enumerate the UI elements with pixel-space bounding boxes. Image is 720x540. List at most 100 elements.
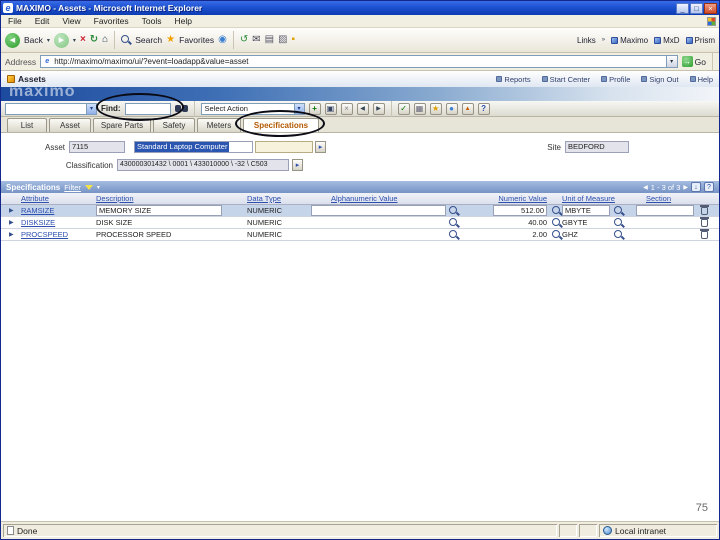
forward-dropdown-icon[interactable]: ▾ — [73, 37, 76, 44]
back-label[interactable]: Back — [24, 35, 43, 45]
site-field[interactable]: BEDFORD — [565, 141, 629, 153]
search-icon[interactable] — [121, 35, 131, 45]
nav-reports[interactable]: Reports — [496, 75, 531, 84]
download-icon[interactable]: ↓ — [691, 182, 701, 192]
tab-asset[interactable]: Asset — [49, 118, 91, 132]
messenger-icon[interactable]: ▪ — [292, 34, 296, 46]
nav-help[interactable]: Help — [689, 75, 713, 84]
toolbar-help-icon[interactable]: ? — [477, 102, 490, 115]
run-reports-icon[interactable]: ▦ — [413, 102, 426, 115]
filter-icon[interactable] — [84, 184, 93, 190]
attribute-link[interactable]: RAMSIZE — [21, 206, 54, 215]
menu-tools[interactable]: Tools — [142, 16, 162, 26]
long-description-field[interactable] — [255, 141, 313, 153]
column-numeric-value[interactable]: Numeric Value — [469, 194, 547, 203]
menu-view[interactable]: View — [62, 16, 80, 26]
expand-filter-icon[interactable]: ▾ — [97, 184, 100, 191]
classification-field[interactable]: 430000301432 \ 0001 \ 433010000 \ -32 \ … — [117, 159, 289, 171]
menu-edit[interactable]: Edit — [35, 16, 50, 26]
address-input[interactable]: e http://maximo/maximo/ui/?event=loadapp… — [40, 55, 667, 68]
filter-link[interactable]: Filter — [64, 183, 81, 192]
favorites-icon[interactable]: ★ — [166, 34, 175, 46]
select-value-icon[interactable] — [449, 206, 459, 216]
section-input[interactable] — [636, 205, 694, 216]
title-bar[interactable]: e MAXIMO - Assets - Microsoft Internet E… — [1, 1, 719, 15]
select-value-icon[interactable] — [614, 218, 624, 228]
bookmarks-icon[interactable]: ★ — [429, 102, 442, 115]
select-value-icon[interactable] — [614, 206, 624, 216]
address-dropdown-icon[interactable]: ▾ — [665, 55, 678, 68]
column-alphanumeric-value[interactable]: Alphanumeric Value — [331, 194, 398, 203]
attachments-icon[interactable]: ● — [445, 102, 458, 115]
previous-row-icon[interactable]: ◀ — [356, 102, 369, 115]
mail-icon[interactable]: ✉ — [252, 34, 260, 46]
unit-of-measure-input[interactable]: MBYTE — [562, 205, 610, 216]
table-row[interactable]: ▶ DISKSIZE DISK SIZE NUMERIC 40.00 GBYTE — [1, 217, 719, 229]
select-value-icon[interactable] — [552, 206, 562, 216]
menu-favorites[interactable]: Favorites — [94, 16, 129, 26]
select-value-icon[interactable] — [614, 230, 624, 240]
queries-select[interactable]: ▾ — [5, 102, 97, 115]
menu-file[interactable]: File — [8, 16, 22, 26]
back-dropdown-icon[interactable]: ▾ — [47, 37, 50, 44]
classification-detail-menu-button[interactable]: ▸ — [292, 159, 303, 171]
next-row-icon[interactable]: ▶ — [372, 102, 385, 115]
maximize-button[interactable]: □ — [690, 2, 703, 14]
refresh-icon[interactable]: ↻ — [90, 34, 98, 46]
column-section[interactable]: Section — [646, 194, 671, 203]
delete-row-icon[interactable] — [700, 229, 709, 239]
asset-description-field[interactable]: Standard Laptop Computer — [134, 141, 253, 153]
select-value-icon[interactable] — [552, 218, 562, 228]
attribute-link[interactable]: PROCSPEED — [21, 230, 68, 239]
menu-help[interactable]: Help — [174, 16, 191, 26]
select-value-icon[interactable] — [449, 230, 459, 240]
change-status-icon[interactable]: ✓ — [397, 102, 410, 115]
nav-start-center[interactable]: Start Center — [541, 75, 590, 84]
media-icon[interactable]: ◉ — [218, 34, 227, 46]
row-detail-arrow-icon[interactable]: ▶ — [9, 219, 14, 226]
favorites-label[interactable]: Favorites — [179, 35, 214, 45]
history-icon[interactable]: ↺ — [240, 34, 248, 46]
column-unit-of-measure[interactable]: Unit of Measure — [562, 194, 615, 203]
next-page-icon[interactable]: ▶ — [683, 184, 688, 191]
delete-row-icon[interactable] — [700, 205, 709, 215]
nav-profile[interactable]: Profile — [601, 75, 630, 84]
kpi-icon[interactable]: ▲ — [461, 102, 474, 115]
tab-safety[interactable]: Safety — [153, 118, 195, 132]
search-label[interactable]: Search — [135, 35, 162, 45]
tab-list[interactable]: List — [7, 118, 47, 132]
description-input[interactable]: MEMORY SIZE — [96, 205, 222, 216]
select-value-icon[interactable] — [449, 218, 459, 228]
column-description[interactable]: Description — [96, 194, 134, 203]
links-chevron-icon[interactable]: » — [602, 37, 605, 43]
numeric-value-input[interactable]: 512.00 — [493, 205, 547, 216]
row-detail-arrow-icon[interactable]: ▶ — [9, 207, 14, 214]
select-value-icon[interactable] — [552, 230, 562, 240]
nav-sign-out[interactable]: Sign Out — [641, 75, 679, 84]
close-button[interactable]: × — [704, 2, 717, 14]
row-detail-arrow-icon[interactable]: ▶ — [9, 231, 14, 238]
attribute-link[interactable]: DISKSIZE — [21, 218, 55, 227]
previous-page-icon[interactable]: ◀ — [643, 184, 648, 191]
link-prism[interactable]: Prism — [685, 36, 715, 45]
minimize-button[interactable]: _ — [676, 2, 689, 14]
home-icon[interactable]: ⌂ — [102, 34, 108, 46]
long-description-button[interactable]: ▸ — [315, 141, 326, 153]
link-mxd[interactable]: MxD — [654, 36, 680, 45]
table-help-icon[interactable]: ? — [704, 182, 714, 192]
stop-icon[interactable]: × — [80, 34, 86, 46]
go-button[interactable]: → Go — [681, 56, 706, 67]
save-icon[interactable]: ▣ — [324, 102, 337, 115]
back-button[interactable]: ◀ — [5, 32, 20, 48]
clear-changes-icon[interactable]: × — [340, 102, 353, 115]
alphanumeric-value-input[interactable] — [311, 205, 446, 216]
column-data-type[interactable]: Data Type — [247, 194, 281, 203]
table-row[interactable]: ▶ RAMSIZE MEMORY SIZE NUMERIC 512.00 MBY… — [1, 205, 719, 217]
delete-row-icon[interactable] — [700, 217, 709, 227]
forward-button[interactable]: ▶ — [53, 32, 69, 48]
table-row[interactable]: ▶ PROCSPEED PROCESSOR SPEED NUMERIC 2.00… — [1, 229, 719, 241]
link-maximo[interactable]: Maximo — [611, 36, 648, 45]
column-attribute[interactable]: Attribute — [21, 194, 49, 203]
print-icon[interactable]: ▤ — [265, 34, 274, 46]
edit-icon[interactable]: ▨ — [278, 34, 287, 46]
